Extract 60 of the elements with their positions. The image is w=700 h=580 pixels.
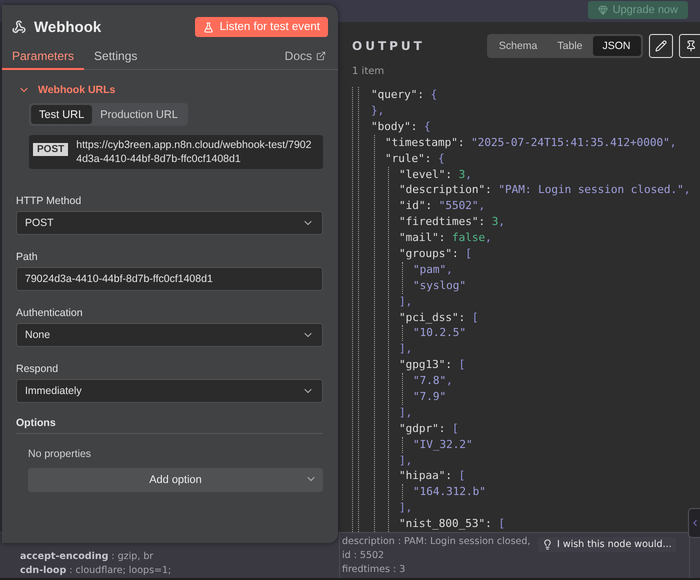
json-line: "mail": false, [399, 230, 492, 246]
json-line: "10.2.5" [413, 325, 466, 342]
feedback-link[interactable]: I wish this node would... [538, 537, 676, 552]
url-tab[interactable]: Test URL [31, 105, 92, 124]
json-line: ], [399, 500, 412, 516]
json-line: "pci_dss": [ [399, 310, 478, 326]
json-line: "hipaa": [ [399, 468, 466, 484]
select-field[interactable]: POST [16, 211, 323, 235]
json-line: "7.8", [413, 373, 453, 389]
view-tab[interactable]: Table [547, 36, 592, 56]
json-line: "query": { [371, 87, 438, 103]
output-title: OUTPUT [352, 39, 425, 54]
url-tab[interactable]: Production URL [92, 105, 186, 124]
field-label: Authentication [16, 307, 84, 319]
json-line: "description": "PAM: Login session closed.", [399, 182, 690, 198]
json-line: "syslog" [413, 278, 466, 294]
json-line: "nist_800_53": [ [399, 516, 505, 532]
json-line: "pam", [413, 262, 453, 278]
field-label: Path [16, 251, 39, 263]
input-field[interactable]: 79024d3a-4410-44bf-8d7b-ffc0cf1408d1 [16, 267, 323, 291]
data-field: id : 5502 [342, 549, 384, 563]
json-line: "gpg13": [ [399, 357, 466, 374]
json-line: ], [399, 404, 412, 421]
method-tag: POST [33, 143, 68, 156]
docs-link[interactable]: Docs [284, 49, 326, 69]
json-line: }, [371, 102, 384, 119]
json-line: "firedtimes": 3, [399, 214, 505, 230]
panel-tab[interactable]: Settings [84, 45, 148, 70]
item-count: 1 item [352, 66, 386, 78]
json-line: "timestamp": "2025-07-24T15:41:35.412+0000", [385, 134, 676, 151]
node-title: Webhook [34, 18, 102, 36]
data-field: firedtimes : 3 [342, 563, 406, 577]
json-line: ], [399, 341, 412, 358]
data-field: cdn-loop : cloudflare; loops=1; [20, 564, 172, 578]
section-toggle[interactable]: Webhook URLs [16, 84, 323, 96]
json-line: ], [399, 452, 412, 468]
url-display[interactable]: POST https://cyb3reen.app.n8n.cloud/webhook-test/79024d3a-4410-44bf-8d7b-ffc0cf1408d1 [29, 135, 323, 169]
field-label: Respond [16, 363, 60, 375]
json-line: "rule": { [385, 150, 445, 167]
data-field: accept-encoding : gzip, br [20, 550, 154, 564]
json-line: "IV_32.2" [413, 436, 473, 453]
view-tab[interactable]: Schema [488, 36, 548, 56]
select-field[interactable]: Immediately [16, 379, 323, 403]
json-line: "7.9" [413, 388, 446, 405]
json-line: "groups": [ [399, 246, 472, 262]
field-label: HTTP Method [16, 195, 82, 207]
json-line: "body": { [371, 118, 431, 135]
select-field[interactable]: None [16, 323, 323, 347]
data-field: description : PAM: Login session closed, [342, 535, 530, 549]
json-line: "id": "5502", [399, 198, 486, 214]
add-option-button[interactable]: Add option [28, 468, 323, 492]
json-line: "164.312.b" [413, 484, 486, 500]
view-tab[interactable]: JSON [592, 36, 641, 56]
webhook-url: https://cyb3reen.app.n8n.cloud/webhook-test/79024d3a-4410-44bf-8d7b-ffc0cf1408d1 [76, 138, 312, 166]
json-line: "level": 3, [399, 166, 472, 182]
empty-text: No properties [28, 448, 92, 460]
json-line: ], [399, 294, 412, 310]
panel-tab[interactable]: Parameters [2, 45, 84, 70]
options-heading: Options [16, 417, 323, 434]
json-line: "gdpr": [ [399, 420, 459, 437]
